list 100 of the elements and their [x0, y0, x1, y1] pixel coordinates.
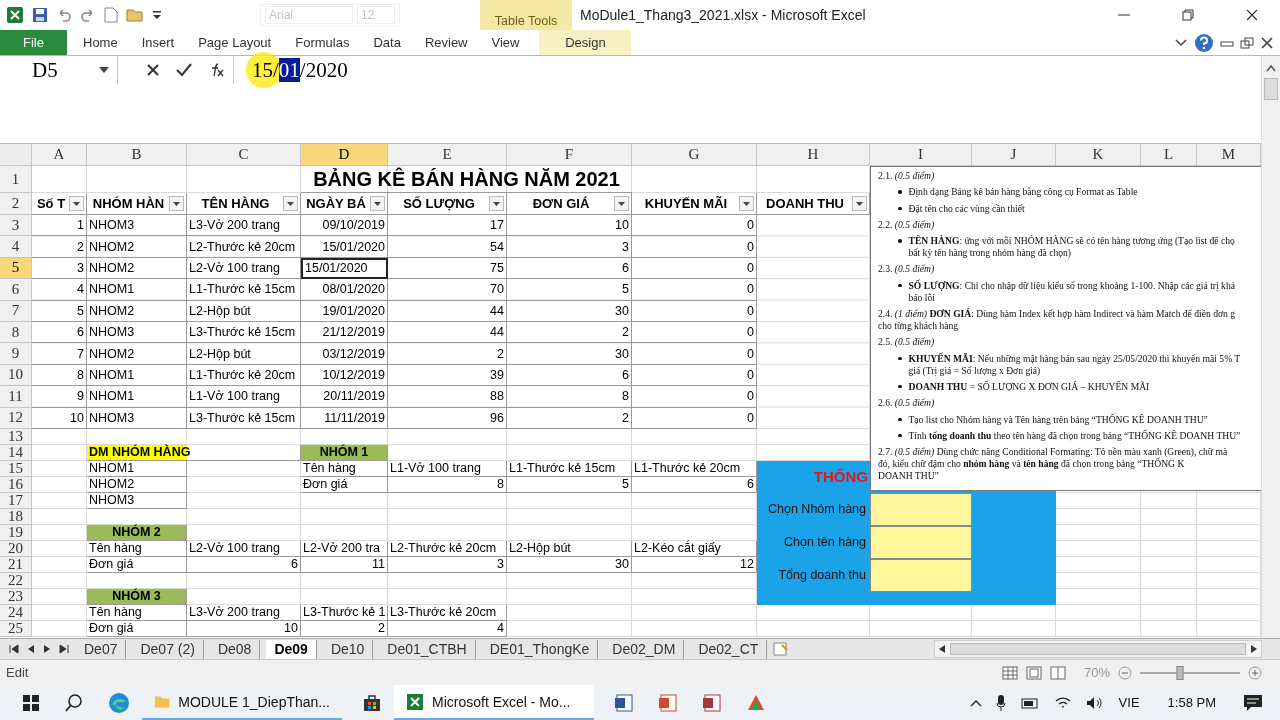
table-cell[interactable]: 0 — [632, 343, 757, 365]
table-cell[interactable]: L2-Thước kẻ 20cm — [187, 236, 301, 258]
volume-icon[interactable] — [1085, 695, 1104, 710]
table-cell[interactable]: 10/12/2019 — [301, 364, 388, 387]
table-cell[interactable]: L1-Thước kẻ 20cm — [632, 460, 757, 477]
last-sheet-icon[interactable] — [58, 644, 70, 654]
table-cell[interactable]: 2 — [507, 321, 632, 344]
help-icon[interactable] — [1194, 32, 1214, 53]
column-header[interactable]: K — [1056, 144, 1141, 166]
ribbon-tab[interactable]: Design — [539, 30, 632, 55]
table-cell[interactable]: L3-Vở 200 trang — [187, 215, 301, 237]
caret-icon[interactable] — [152, 9, 162, 21]
slider-thumb[interactable] — [1176, 665, 1184, 680]
table-cell[interactable]: 4 — [32, 279, 87, 301]
clock[interactable]: 1:58 PM — [1167, 695, 1216, 710]
sheet-tab[interactable]: De01_CTBH — [379, 639, 476, 659]
check-icon[interactable] — [176, 63, 193, 77]
filter-dropdown-icon[interactable] — [69, 196, 84, 211]
row-header[interactable]: 1 — [0, 166, 32, 193]
table-cell[interactable]: 6 — [507, 364, 632, 387]
table-cell[interactable]: L3-Thước kẻ 20cm — [388, 604, 507, 621]
restore-icon[interactable] — [1240, 35, 1254, 50]
table-cell[interactable]: 44 — [388, 300, 507, 322]
row-header[interactable]: 12 — [0, 407, 32, 429]
table-cell[interactable]: 9 — [32, 386, 87, 408]
row-header[interactable]: 10 — [0, 364, 32, 387]
ribbon-tab[interactable]: Page Layout — [186, 30, 284, 55]
windows-start-icon[interactable] — [22, 693, 40, 712]
table-cell[interactable]: 08/01/2020 — [301, 279, 388, 301]
column-header[interactable]: L — [1141, 144, 1197, 166]
row-header[interactable]: 5 — [0, 257, 32, 280]
table-cell[interactable]: 44 — [388, 321, 507, 344]
presentation-app-icon[interactable] — [658, 692, 678, 713]
table-cell[interactable]: 0 — [632, 300, 757, 322]
row-header[interactable]: 9 — [0, 343, 32, 365]
table-cell[interactable]: L3-Vở 200 trang — [187, 604, 301, 621]
page-break-icon[interactable] — [1049, 665, 1066, 680]
browser-icon[interactable] — [108, 691, 130, 714]
column-header[interactable]: C — [187, 144, 301, 166]
table-cell[interactable]: Tên hàng — [87, 604, 187, 621]
table-cell[interactable]: 7 — [32, 343, 87, 365]
table-header-cell[interactable]: NGÀY BÁ — [301, 193, 388, 215]
column-header[interactable]: I — [870, 144, 972, 166]
filter-dropdown-icon[interactable] — [370, 196, 385, 211]
filter-dropdown-icon[interactable] — [739, 196, 754, 211]
ribbon-tab[interactable]: Insert — [129, 30, 187, 55]
table-cell[interactable]: NHOM1 — [87, 364, 187, 387]
table-header-cell[interactable]: KHUYẾN MÃI — [632, 193, 757, 215]
table-cell[interactable]: 2 — [301, 620, 388, 637]
table-header-cell[interactable]: Số T — [32, 193, 87, 215]
sheet-tab[interactable]: De02_DM — [604, 639, 685, 659]
next-sheet-icon[interactable] — [42, 644, 52, 654]
table-cell[interactable]: NHOM2 — [87, 343, 187, 365]
sheet-tab[interactable]: De02_CT — [690, 639, 768, 659]
table-cell[interactable]: L2-Hộp bút — [507, 540, 632, 557]
first-sheet-icon[interactable] — [8, 644, 20, 654]
filter-dropdown-icon[interactable] — [169, 196, 184, 211]
restore-icon[interactable] — [1180, 7, 1196, 23]
horizontal-scrollbar[interactable] — [934, 640, 1262, 658]
table-cell[interactable]: 0 — [632, 215, 757, 237]
wifi-icon[interactable] — [1053, 695, 1072, 710]
table-cell[interactable]: L3-Thước kẻ 1 — [301, 604, 388, 621]
column-header[interactable]: H — [757, 144, 870, 166]
table-cell[interactable]: 3 — [507, 236, 632, 258]
table-cell[interactable]: L2-Vở 200 tra — [301, 540, 388, 557]
taskbar-app[interactable]: MODULE 1_DiepThan... — [142, 685, 342, 720]
table-cell[interactable]: 0 — [632, 257, 757, 280]
table-cell[interactable]: Tên hàng — [301, 460, 388, 477]
ribbon-tab[interactable]: Home — [71, 30, 130, 55]
table-cell[interactable]: L2-Thước kẻ 20cm — [388, 540, 507, 557]
table-cell[interactable]: 0 — [632, 386, 757, 408]
table-cell[interactable]: 30 — [507, 300, 632, 322]
table-cell[interactable]: 6 — [32, 321, 87, 344]
filter-dropdown-icon[interactable] — [283, 196, 298, 211]
table-cell[interactable]: NHOM1 — [87, 386, 187, 408]
table-cell[interactable]: Đơn giá — [301, 476, 388, 493]
cancel-icon[interactable] — [146, 63, 161, 77]
store-bag-icon[interactable] — [362, 692, 382, 713]
row-header[interactable]: 3 — [0, 215, 32, 237]
undo-icon[interactable] — [56, 7, 72, 23]
filter-dropdown-icon[interactable] — [614, 196, 629, 211]
filter-dropdown-icon[interactable] — [489, 196, 504, 211]
scroll-left-icon[interactable] — [938, 644, 946, 654]
sheet-tab[interactable]: De08 — [209, 639, 261, 659]
sheet-tab[interactable]: De09 — [266, 639, 317, 659]
table-cell[interactable]: Đơn giá — [87, 556, 187, 573]
table-cell[interactable]: 1 — [32, 215, 87, 237]
column-header[interactable]: M — [1197, 144, 1261, 166]
table-cell[interactable]: 6 — [507, 257, 632, 280]
table-cell[interactable]: 6 — [187, 556, 301, 573]
table-cell[interactable]: 0 — [632, 321, 757, 344]
database-app-icon[interactable] — [702, 692, 722, 713]
table-cell[interactable]: L1-Thước kẻ 20cm — [187, 364, 301, 387]
table-cell[interactable]: 39 — [388, 364, 507, 387]
language-indicator[interactable]: VIE — [1118, 695, 1140, 710]
close-icon[interactable] — [1260, 35, 1274, 50]
scroll-thumb[interactable] — [1264, 78, 1278, 100]
ribbon-tab[interactable]: Data — [361, 30, 413, 55]
table-cell[interactable]: 4 — [388, 620, 507, 637]
dropdown-icon[interactable] — [99, 67, 109, 73]
